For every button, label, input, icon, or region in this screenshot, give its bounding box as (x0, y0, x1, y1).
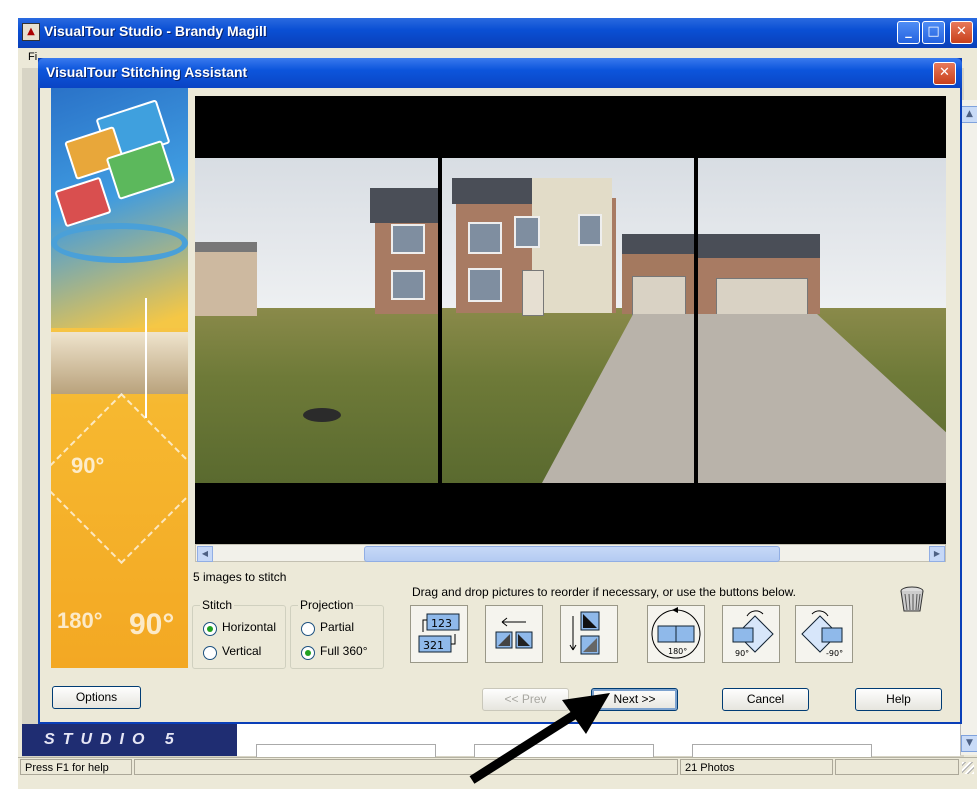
scroll-down-arrow-icon[interactable]: ▼ (961, 735, 977, 752)
stitch-photo[interactable] (442, 158, 694, 483)
studio-brand-logo: STUDIO 5 (22, 724, 237, 756)
svg-text:123: 123 (431, 617, 452, 630)
wizard-artwork: 90° 180° 90° (51, 88, 188, 668)
move-left-icon (495, 617, 533, 649)
dialog-title: VisualTour Stitching Assistant (46, 64, 248, 80)
stitch-vertical-label[interactable]: Vertical (222, 644, 261, 658)
projection-group (290, 605, 384, 669)
photo-divider (438, 158, 442, 483)
reverse-order-button[interactable]: 123 321 (410, 605, 468, 663)
scroll-right-arrow-icon[interactable]: ▶ (929, 546, 945, 562)
dialog-close-button[interactable]: ✕ (933, 62, 956, 85)
cancel-button[interactable]: Cancel (722, 688, 809, 711)
rotate-180-button[interactable]: 180° (647, 605, 705, 663)
artwork-film-ring (51, 223, 188, 263)
artwork-ruler (145, 298, 147, 418)
projection-group-label: Projection (298, 598, 356, 612)
minimize-button[interactable]: _ (897, 21, 920, 44)
app-icon: ▲ (22, 23, 40, 41)
rotate-clockwise-button[interactable]: 90° (722, 605, 780, 663)
stitch-group-label: Stitch (200, 598, 235, 612)
instructions-text: Drag and drop pictures to reorder if nec… (412, 585, 796, 599)
projection-full-radio[interactable] (301, 646, 315, 660)
projection-partial-label[interactable]: Partial (320, 620, 354, 634)
status-photo-count: 21 Photos (680, 759, 833, 775)
projection-partial-radio[interactable] (301, 622, 315, 636)
resize-grip[interactable] (962, 762, 974, 774)
app-title: VisualTour Studio - Brandy Magill (44, 23, 267, 39)
stitch-photo[interactable] (698, 158, 946, 483)
images-count-label: 5 images to stitch (193, 570, 287, 584)
rotate-clockwise-icon: 90° (732, 610, 774, 658)
artwork-degree-mark: 90° (71, 453, 105, 478)
pointer-arrow-icon (469, 693, 610, 784)
svg-text:180°: 180° (668, 647, 687, 656)
move-left-button[interactable] (485, 605, 543, 663)
flip-vertical-icon (569, 611, 600, 655)
scroll-left-arrow-icon[interactable]: ◀ (197, 546, 213, 562)
rotate-counterclockwise-icon: -90° (801, 610, 843, 658)
svg-text:-90°: -90° (826, 649, 843, 658)
stitch-group (192, 605, 286, 669)
stitch-photo[interactable] (195, 158, 438, 483)
options-button[interactable]: Options (52, 686, 141, 709)
stitch-vertical-radio[interactable] (203, 646, 217, 660)
app-close-button[interactable]: ✕ (950, 21, 973, 44)
svg-text:321: 321 (423, 639, 444, 652)
status-panel (835, 759, 959, 775)
flip-vertical-button[interactable] (560, 605, 618, 663)
projection-full-label[interactable]: Full 360° (320, 644, 368, 658)
rotate-180-icon: 180° (651, 607, 701, 659)
artwork-degree-mark: 180° (57, 608, 103, 633)
trash-icon[interactable] (897, 584, 927, 614)
artwork-house-photo (51, 332, 188, 394)
svg-text:90°: 90° (735, 649, 749, 658)
maximize-button[interactable]: □ (922, 21, 945, 44)
menu-file[interactable]: Fi (28, 51, 37, 63)
status-help-text: Press F1 for help (20, 759, 132, 775)
stitch-horizontal-radio[interactable] (203, 622, 217, 636)
app-vertical-scrollbar[interactable] (960, 100, 977, 755)
reverse-order-icon: 123 321 (418, 613, 460, 653)
rotate-counterclockwise-button[interactable]: -90° (795, 605, 853, 663)
artwork-degree-mark: 90° (129, 608, 175, 641)
stitch-horizontal-label[interactable]: Horizontal (222, 620, 276, 634)
help-button[interactable]: Help (855, 688, 942, 711)
scroll-up-arrow-icon[interactable]: ▲ (961, 106, 977, 123)
photo-divider (694, 158, 698, 483)
scrollbar-thumb[interactable] (364, 546, 780, 562)
